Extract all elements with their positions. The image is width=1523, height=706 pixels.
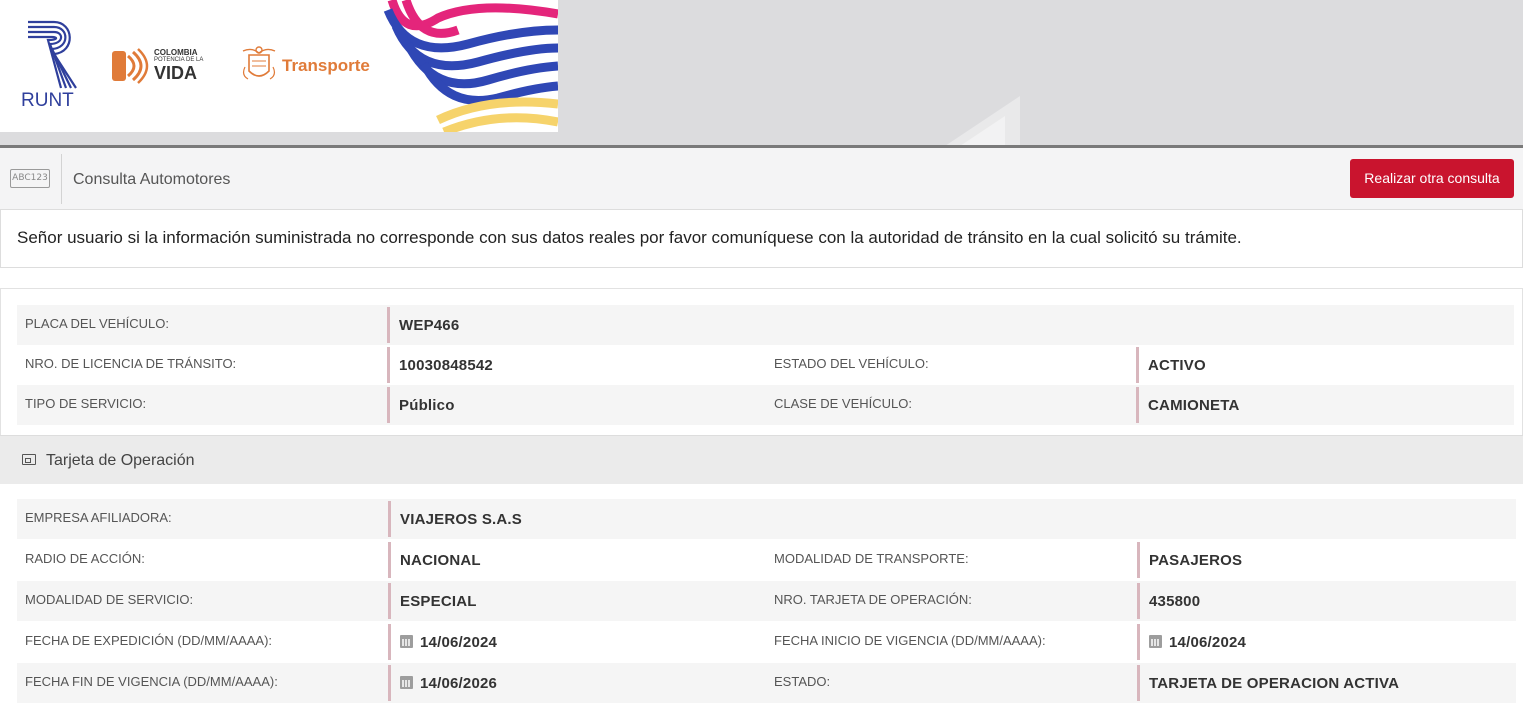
empresa-label: EMPRESA AFILIADORA: [25,510,172,525]
estado-vehiculo-label: ESTADO DEL VEHÍCULO: [774,356,929,371]
modalidad-servicio-label: MODALIDAD DE SERVICIO: [25,592,194,607]
radio-value: NACIONAL [400,552,481,569]
calendar-icon [400,635,413,648]
modalidad-transporte-label: MODALIDAD DE TRANSPORTE: [774,551,969,566]
row-licencia: NRO. DE LICENCIA DE TRÁNSITO: 1003084854… [17,345,1514,385]
row-fechas-inicio: FECHA DE EXPEDICIÓN (DD/MM/AAAA): 14/06/… [17,622,1516,662]
row-placa: PLACA DEL VEHÍCULO: WEP466 [17,305,1514,345]
estado-tarjeta-value: TARJETA DE OPERACION ACTIVA [1149,675,1400,692]
transporte-wordmark: Transporte [282,56,370,75]
fecha-fin-label: FECHA FIN DE VIGENCIA (DD/MM/AAAA): [25,674,278,689]
estado-tarjeta-label: ESTADO: [774,674,831,689]
toolbar-separator [61,154,62,204]
runt-wordmark: RUNT [21,90,74,111]
fecha-expedicion-label: FECHA DE EXPEDICIÓN (DD/MM/AAAA): [25,633,273,648]
nro-tarjeta-label: NRO. TARJETA DE OPERACIÓN: [774,592,972,607]
value-divider [387,387,390,423]
fecha-fin-value: 14/06/2026 [400,675,497,692]
site-header: RUNT COLOMBIA POTENCIA DE LA VIDA Transp… [0,0,1523,146]
value-divider [1137,583,1140,619]
empresa-value: VIAJEROS S.A.S [400,511,523,528]
id-card-icon [22,454,36,465]
value-divider [387,307,390,343]
header-logo-area: RUNT COLOMBIA POTENCIA DE LA VIDA Transp… [0,0,558,132]
value-divider [387,347,390,383]
page-title: Consulta Automotores [73,171,231,188]
fecha-expedicion-text: 14/06/2024 [420,634,498,651]
vida-text: VIDA [154,63,198,83]
value-divider [1137,542,1140,578]
colombia-flame-icon [112,48,149,84]
placa-label: PLACA DEL VEHÍCULO: [25,316,170,331]
clase-vehiculo-label: CLASE DE VEHÍCULO: [774,396,912,411]
value-divider [388,665,391,701]
modalidad-servicio-value: ESPECIAL [400,593,477,610]
value-divider [388,501,391,537]
realizar-otra-consulta-button[interactable]: Realizar otra consulta [1350,159,1514,198]
licencia-label: NRO. DE LICENCIA DE TRÁNSITO: [25,356,237,371]
decorative-ribbons [383,0,558,132]
coat-of-arms-icon [242,46,276,80]
notice-text: Señor usuario si la información suminist… [17,228,1242,247]
placa-value: WEP466 [399,317,460,334]
row-empresa: EMPRESA AFILIADORA: VIAJEROS S.A.S [17,499,1516,539]
tarjeta-operacion-header[interactable]: Tarjeta de Operación [0,435,1523,484]
row-servicio: TIPO DE SERVICIO: Público CLASE DE VEHÍC… [17,385,1514,425]
modalidad-transporte-value: PASAJEROS [1149,552,1243,569]
row-radio: RADIO DE ACCIÓN: NACIONAL MODALIDAD DE T… [17,540,1516,580]
fecha-inicio-value: 14/06/2024 [1149,634,1246,651]
value-divider [1136,347,1139,383]
calendar-icon [1149,635,1162,648]
radio-label: RADIO DE ACCIÓN: [25,551,145,566]
fecha-expedicion-value: 14/06/2024 [400,634,497,651]
licencia-value: 10030848542 [399,357,493,374]
consulta-toolbar: ABC123 Consulta Automotores Realizar otr… [0,148,1523,210]
fecha-inicio-label: FECHA INICIO DE VIGENCIA (DD/MM/AAAA): [774,633,1046,648]
row-modalidad-servicio: MODALIDAD DE SERVICIO: ESPECIAL NRO. TAR… [17,581,1516,621]
value-divider [388,583,391,619]
value-divider [1137,624,1140,660]
nro-tarjeta-value: 435800 [1149,593,1201,610]
fecha-inicio-text: 14/06/2024 [1169,634,1247,651]
colombia-text: COLOMBIA [154,48,198,57]
clase-vehiculo-value: CAMIONETA [1148,397,1240,414]
value-divider [1137,665,1140,701]
license-plate-icon: ABC123 [10,169,50,188]
row-fecha-fin: FECHA FIN DE VIGENCIA (DD/MM/AAAA): 14/0… [17,663,1516,703]
calendar-icon [400,676,413,689]
value-divider [1136,387,1139,423]
colombia-potencia-logo: COLOMBIA POTENCIA DE LA VIDA [112,48,212,84]
decorative-triangles [945,96,1020,146]
value-divider [388,542,391,578]
tipo-servicio-label: TIPO DE SERVICIO: [25,396,147,411]
fecha-fin-text: 14/06/2026 [420,675,498,692]
tipo-servicio-value: Público [399,397,455,414]
section-title: Tarjeta de Operación [46,452,195,469]
estado-vehiculo-value: ACTIVO [1148,357,1206,374]
vehicle-info-panel: PLACA DEL VEHÍCULO: WEP466 NRO. DE LICEN… [0,288,1523,435]
value-divider [388,624,391,660]
user-notice: Señor usuario si la información suminist… [0,210,1523,268]
